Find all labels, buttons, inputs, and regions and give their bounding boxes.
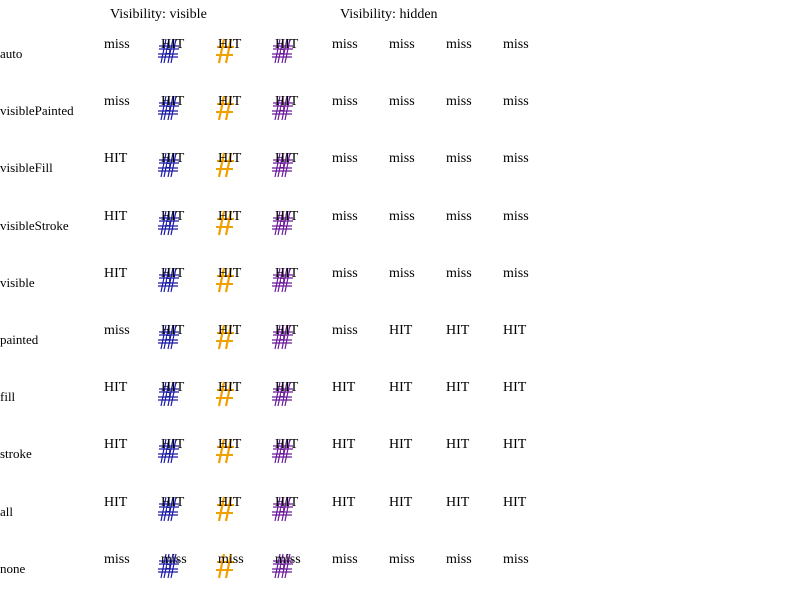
result-value: HIT <box>389 494 413 510</box>
result-value: miss <box>503 94 529 110</box>
result-value: miss <box>503 151 529 167</box>
result-value: miss <box>104 94 130 110</box>
result-value: HIT <box>275 94 299 110</box>
result-value: miss <box>104 551 130 567</box>
result-value: miss <box>332 94 358 110</box>
result-value: HIT <box>389 380 413 396</box>
result-value: HIT <box>161 265 185 281</box>
result-value: miss <box>446 37 472 52</box>
result-value: miss <box>446 551 472 567</box>
result-value: miss <box>389 551 415 567</box>
result-row: visibleFill HIT HIT HIT HIT miss miss miss miss <box>0 114 800 178</box>
result-row: auto miss HIT HIT HIT miss miss miss miss <box>0 0 800 64</box>
result-value: HIT <box>503 494 527 510</box>
result-value: miss <box>332 323 358 338</box>
result-value: miss <box>503 208 529 224</box>
result-value: HIT <box>218 380 242 396</box>
result-value: miss <box>446 94 472 110</box>
result-value: HIT <box>218 323 242 338</box>
result-row: visible HIT HIT HIT HIT miss miss miss miss <box>0 229 800 293</box>
result-value: HIT <box>275 323 299 338</box>
result-value: HIT <box>275 151 299 167</box>
result-cell: miss <box>104 552 154 582</box>
result-cell: miss <box>389 552 439 582</box>
result-cell: miss <box>503 552 553 582</box>
result-row: stroke HIT HIT HIT HIT HIT HIT HIT HIT <box>0 400 800 464</box>
result-value: HIT <box>104 151 128 167</box>
result-value: miss <box>503 265 529 281</box>
result-value: HIT <box>503 380 527 396</box>
result-value: miss <box>332 551 358 567</box>
result-value: miss <box>161 551 187 567</box>
result-cell: miss <box>271 552 321 582</box>
result-cell: miss <box>446 552 496 582</box>
result-value: HIT <box>446 437 470 453</box>
result-value: HIT <box>161 494 185 510</box>
result-value: HIT <box>218 94 242 110</box>
result-value: HIT <box>104 494 128 510</box>
result-value: HIT <box>161 208 185 224</box>
result-value: miss <box>389 94 415 110</box>
result-value: HIT <box>104 380 128 396</box>
result-row: visibleStroke HIT HIT HIT HIT miss miss miss mis… <box>0 172 800 235</box>
result-value: HIT <box>275 208 299 224</box>
result-value: HIT <box>275 437 299 453</box>
result-value: HIT <box>275 265 299 281</box>
result-value: HIT <box>161 437 185 453</box>
result-value: HIT <box>275 380 299 396</box>
result-value: HIT <box>161 94 185 110</box>
result-row: fill HIT HIT HIT HIT HIT HIT HIT HIT <box>0 343 800 407</box>
result-value: miss <box>104 37 130 52</box>
result-value: HIT <box>332 380 356 396</box>
result-value: HIT <box>275 37 299 52</box>
result-value: HIT <box>104 437 128 453</box>
result-value: miss <box>332 265 358 281</box>
result-value: HIT <box>104 265 128 281</box>
result-value: HIT <box>275 494 299 510</box>
result-value: miss <box>389 208 415 224</box>
result-value: miss <box>446 208 472 224</box>
result-value: HIT <box>446 494 470 510</box>
result-value: miss <box>446 265 472 281</box>
result-value: HIT <box>218 151 242 167</box>
result-value: miss <box>389 265 415 281</box>
result-value: miss <box>332 151 358 167</box>
result-cell: miss <box>157 552 207 582</box>
result-value: HIT <box>161 151 185 167</box>
result-value: HIT <box>161 380 185 396</box>
result-value: HIT <box>446 380 470 396</box>
result-value: HIT <box>218 494 242 510</box>
result-value: HIT <box>503 437 527 453</box>
result-value: HIT <box>389 437 413 453</box>
result-value: HIT <box>161 37 185 52</box>
result-value: HIT <box>332 437 356 453</box>
result-value: miss <box>389 151 415 167</box>
result-value: HIT <box>218 37 242 52</box>
result-value: miss <box>446 151 472 167</box>
result-value: miss <box>332 208 358 224</box>
result-value: miss <box>332 37 358 52</box>
result-value: HIT <box>503 323 527 338</box>
result-value: HIT <box>218 208 242 224</box>
result-value: miss <box>275 551 301 567</box>
result-value: HIT <box>218 437 242 453</box>
result-row: painted miss HIT HIT HIT miss HIT HIT HIT <box>0 286 800 350</box>
result-value: miss <box>218 551 244 567</box>
result-value: HIT <box>332 494 356 510</box>
result-row: none miss miss miss miss miss miss miss miss <box>0 515 800 579</box>
result-value: miss <box>503 551 529 567</box>
row-label: none <box>0 560 26 576</box>
result-value: HIT <box>161 323 185 338</box>
result-value: miss <box>389 37 415 52</box>
result-value: HIT <box>389 323 413 338</box>
result-value: miss <box>503 37 529 52</box>
result-cell: miss <box>214 552 264 582</box>
result-value: HIT <box>218 265 242 281</box>
result-row: visiblePainted miss HIT HIT HIT miss miss miss m… <box>0 57 800 121</box>
result-value: HIT <box>104 208 128 224</box>
result-value: HIT <box>446 323 470 338</box>
result-cell: miss <box>332 552 382 582</box>
result-row: all HIT HIT HIT HIT HIT HIT HIT HIT <box>0 458 800 521</box>
result-value: miss <box>104 323 130 338</box>
